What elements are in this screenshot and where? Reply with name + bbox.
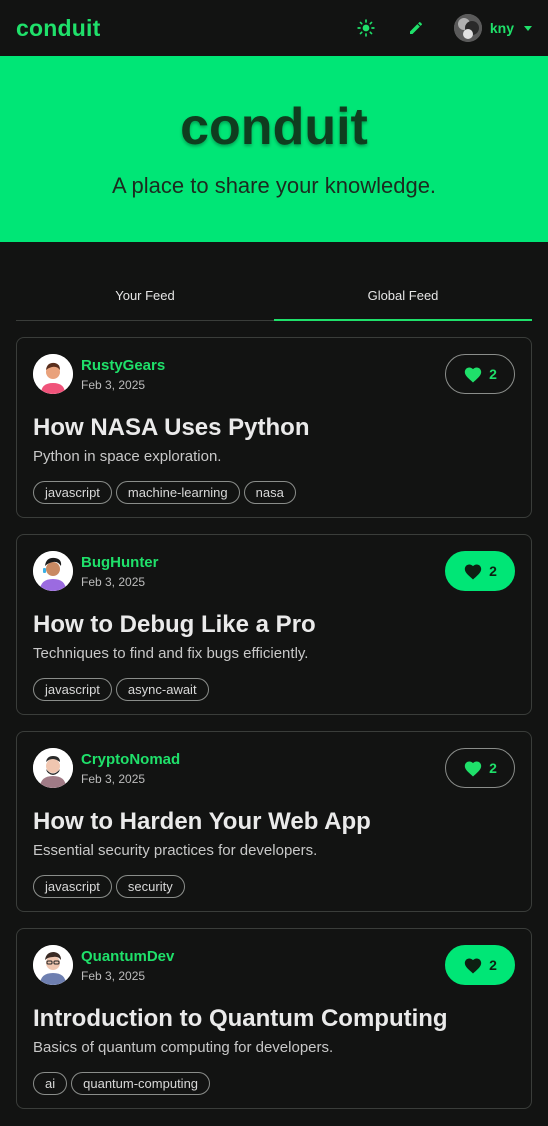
article-meta: CryptoNomad Feb 3, 2025 xyxy=(33,748,180,788)
article-title[interactable]: How to Debug Like a Pro xyxy=(33,611,515,639)
navbar: conduit kny xyxy=(0,0,548,56)
heart-icon xyxy=(464,958,482,974)
article-description: Essential security practices for develop… xyxy=(33,842,318,859)
tag[interactable]: javascript xyxy=(33,875,112,898)
tab-global-feed[interactable]: Global Feed xyxy=(274,274,532,321)
article-description: Python in space exploration. xyxy=(33,448,222,465)
tag-list: javascript security xyxy=(33,875,515,898)
article-card: BugHunter Feb 3, 2025 2 How to Debug Lik… xyxy=(16,534,532,715)
feed-tabs: Your Feed Global Feed xyxy=(16,274,532,321)
article-title[interactable]: How NASA Uses Python xyxy=(33,414,515,442)
author-name[interactable]: QuantumDev xyxy=(81,948,174,965)
tag-list: javascript machine-learning nasa xyxy=(33,481,515,504)
author-avatar[interactable] xyxy=(33,551,73,591)
username: kny xyxy=(489,20,514,36)
article-title[interactable]: Introduction to Quantum Computing xyxy=(33,1005,515,1033)
hero-title: conduit xyxy=(180,98,368,156)
chevron-down-icon xyxy=(524,25,532,31)
author-avatar[interactable] xyxy=(33,354,73,394)
favorite-count: 2 xyxy=(489,366,497,382)
tag[interactable]: machine-learning xyxy=(115,481,240,504)
article-date: Feb 3, 2025 xyxy=(81,968,146,983)
author-avatar[interactable] xyxy=(33,748,73,788)
heart-icon xyxy=(464,367,482,383)
tag[interactable]: nasa xyxy=(243,481,296,504)
article-list: RustyGears Feb 3, 2025 2 How NASA Uses P… xyxy=(0,321,548,1109)
article-card: CryptoNomad Feb 3, 2025 2 How to Harden … xyxy=(16,731,532,912)
heart-icon xyxy=(464,761,482,777)
tag-list: javascript async-await xyxy=(33,678,515,701)
article-card: RustyGears Feb 3, 2025 2 How NASA Uses P… xyxy=(16,337,532,518)
favorite-button[interactable]: 2 xyxy=(445,748,515,788)
tag[interactable]: quantum-computing xyxy=(71,1072,211,1095)
author-avatar[interactable] xyxy=(33,945,73,985)
article-date: Feb 3, 2025 xyxy=(81,771,146,786)
user-avatar xyxy=(453,14,482,42)
hero-banner: conduit A place to share your knowledge. xyxy=(0,56,548,242)
author-name[interactable]: BugHunter xyxy=(81,554,159,571)
article-date: Feb 3, 2025 xyxy=(81,377,146,392)
sun-icon[interactable] xyxy=(354,16,378,40)
favorite-count: 2 xyxy=(489,563,497,579)
heart-icon xyxy=(464,564,482,580)
nav-right: kny xyxy=(354,14,532,42)
author-name[interactable]: RustyGears xyxy=(81,357,165,374)
article-description: Techniques to find and fix bugs efficien… xyxy=(33,645,309,662)
article-meta: RustyGears Feb 3, 2025 xyxy=(33,354,165,394)
author-name[interactable]: CryptoNomad xyxy=(81,751,180,768)
article-date: Feb 3, 2025 xyxy=(81,574,146,589)
tag[interactable]: ai xyxy=(33,1072,68,1095)
user-menu[interactable]: kny xyxy=(453,14,532,42)
tab-your-feed[interactable]: Your Feed xyxy=(16,274,274,320)
tag[interactable]: async-await xyxy=(115,678,209,701)
tag-list: ai quantum-computing xyxy=(33,1072,515,1095)
brand-logo[interactable]: conduit xyxy=(16,15,100,42)
favorite-count: 2 xyxy=(489,760,497,776)
tag[interactable]: javascript xyxy=(33,678,112,701)
favorite-button[interactable]: 2 xyxy=(445,551,515,591)
article-meta: QuantumDev Feb 3, 2025 xyxy=(33,945,174,985)
article-title[interactable]: How to Harden Your Web App xyxy=(33,808,515,836)
tag[interactable]: security xyxy=(115,875,185,898)
pencil-icon[interactable] xyxy=(404,16,428,40)
article-description: Basics of quantum computing for develope… xyxy=(33,1039,334,1056)
favorite-button[interactable]: 2 xyxy=(445,354,515,394)
article-card: QuantumDev Feb 3, 2025 2 Introduction to… xyxy=(16,928,532,1109)
favorite-count: 2 xyxy=(489,957,497,973)
tag[interactable]: javascript xyxy=(33,481,112,504)
favorite-button[interactable]: 2 xyxy=(445,945,515,985)
article-meta: BugHunter Feb 3, 2025 xyxy=(33,551,159,591)
hero-subtitle: A place to share your knowledge. xyxy=(111,173,437,198)
